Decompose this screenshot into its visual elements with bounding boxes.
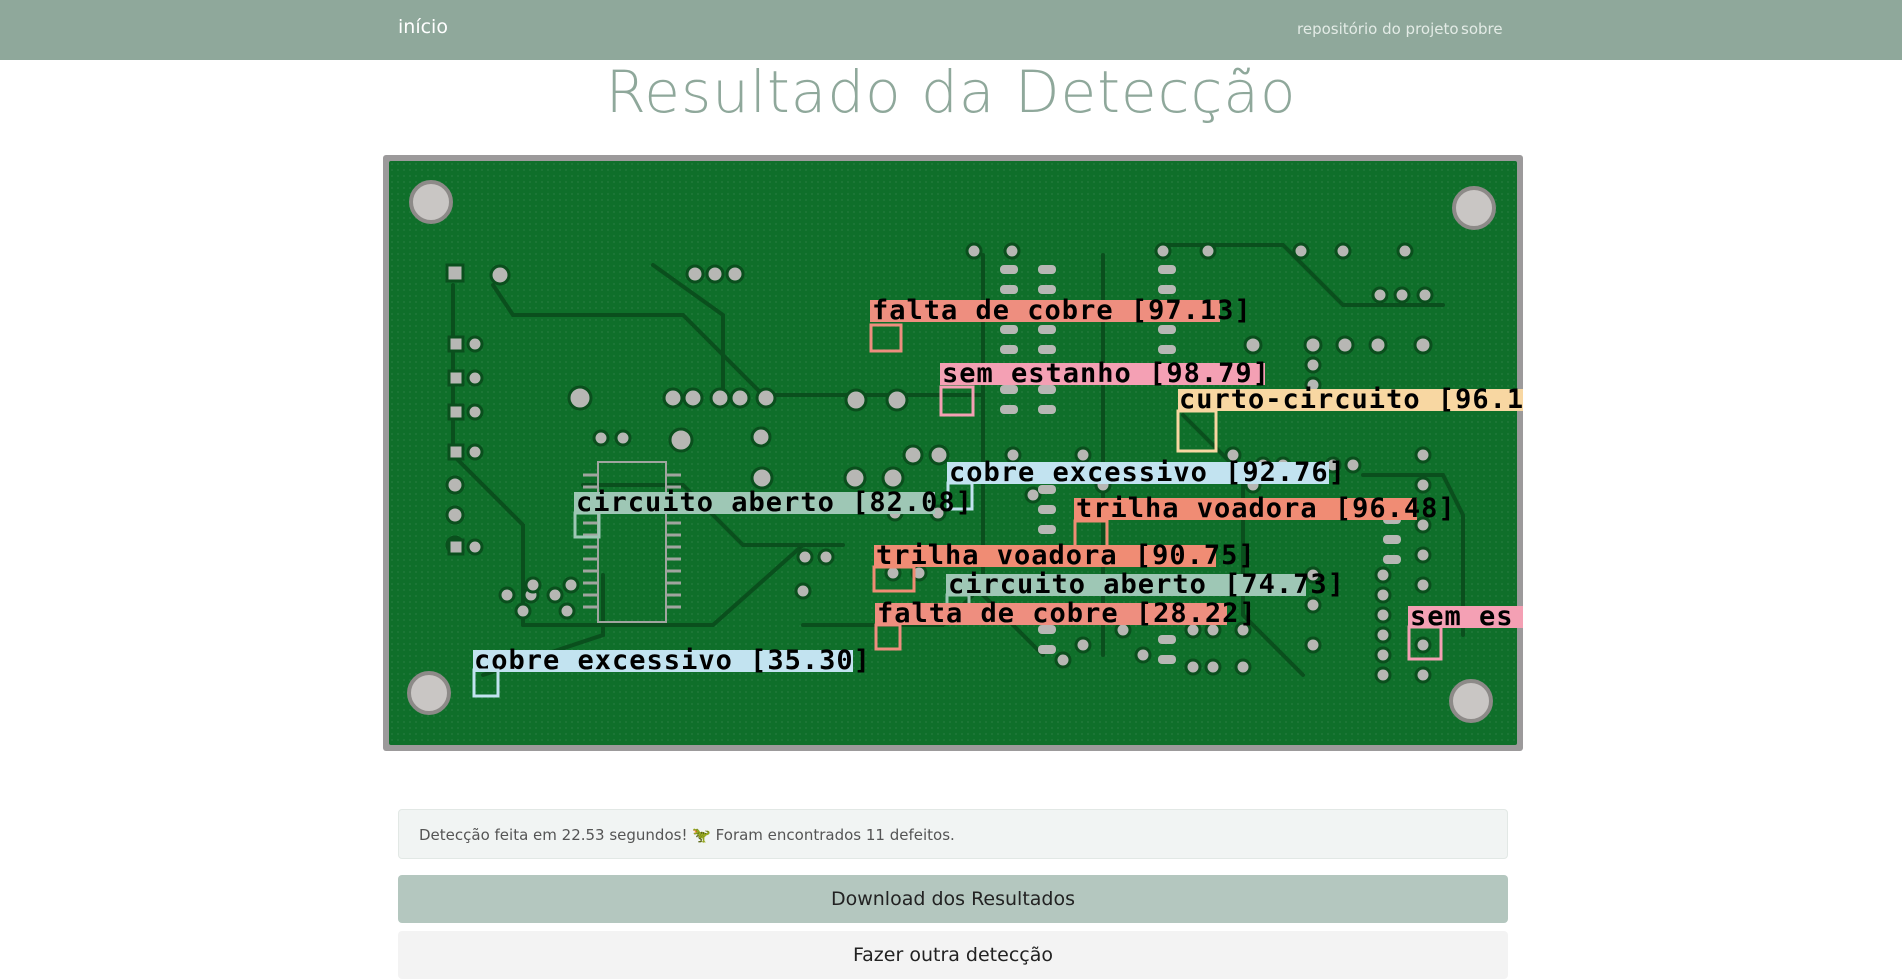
detection-summary: Detecção feita em 22.53 segundos! 🦖 Fora…: [398, 809, 1508, 859]
project-repo-link[interactable]: repositório do projeto: [1297, 20, 1459, 38]
detection-label: cobre excessivo [35.30]: [474, 645, 871, 676]
detection-falta-de-cobre-2: falta de cobre [28.22]: [874, 598, 1257, 651]
pcb-overlay: falta de cobre [97.13] sem estanho [98.7…: [407, 180, 1523, 723]
detection-label: falta de cobre [28.22]: [877, 598, 1257, 629]
detection-label: falta de cobre [97.13]: [872, 295, 1252, 326]
mounting-holes: [407, 180, 1496, 723]
download-results-button[interactable]: Download dos Resultados: [398, 875, 1508, 923]
detection-curto-circuito: curto-circuito [96.12]: [1176, 384, 1523, 453]
detection-label: circuito aberto [74.73]: [948, 569, 1345, 600]
detection-falta-de-cobre-1: falta de cobre [97.13]: [869, 295, 1252, 353]
about-link[interactable]: sobre: [1461, 20, 1503, 38]
detection-cobre-excessivo-2: cobre excessivo [35.30]: [472, 645, 871, 698]
home-link[interactable]: início: [398, 16, 448, 38]
detection-label: circuito aberto [82.08]: [576, 487, 973, 518]
new-detection-button[interactable]: Fazer outra detecção: [398, 931, 1508, 979]
detection-label: trilha voadora [90.75]: [876, 540, 1256, 571]
detection-circuito-aberto-1: circuito aberto [82.08]: [573, 487, 973, 539]
detection-label: cobre excessivo [92.76]: [949, 457, 1346, 488]
detection-result-image: falta de cobre [97.13] sem estanho [98.7…: [383, 155, 1523, 751]
page-title: Resultado da Detecção: [605, 58, 1297, 126]
navbar: início repositório do projeto sobre: [0, 0, 1902, 60]
detection-label: trilha voadora [96.48]: [1076, 493, 1456, 524]
detection-label: curto-circuito [96.12]: [1179, 384, 1523, 415]
